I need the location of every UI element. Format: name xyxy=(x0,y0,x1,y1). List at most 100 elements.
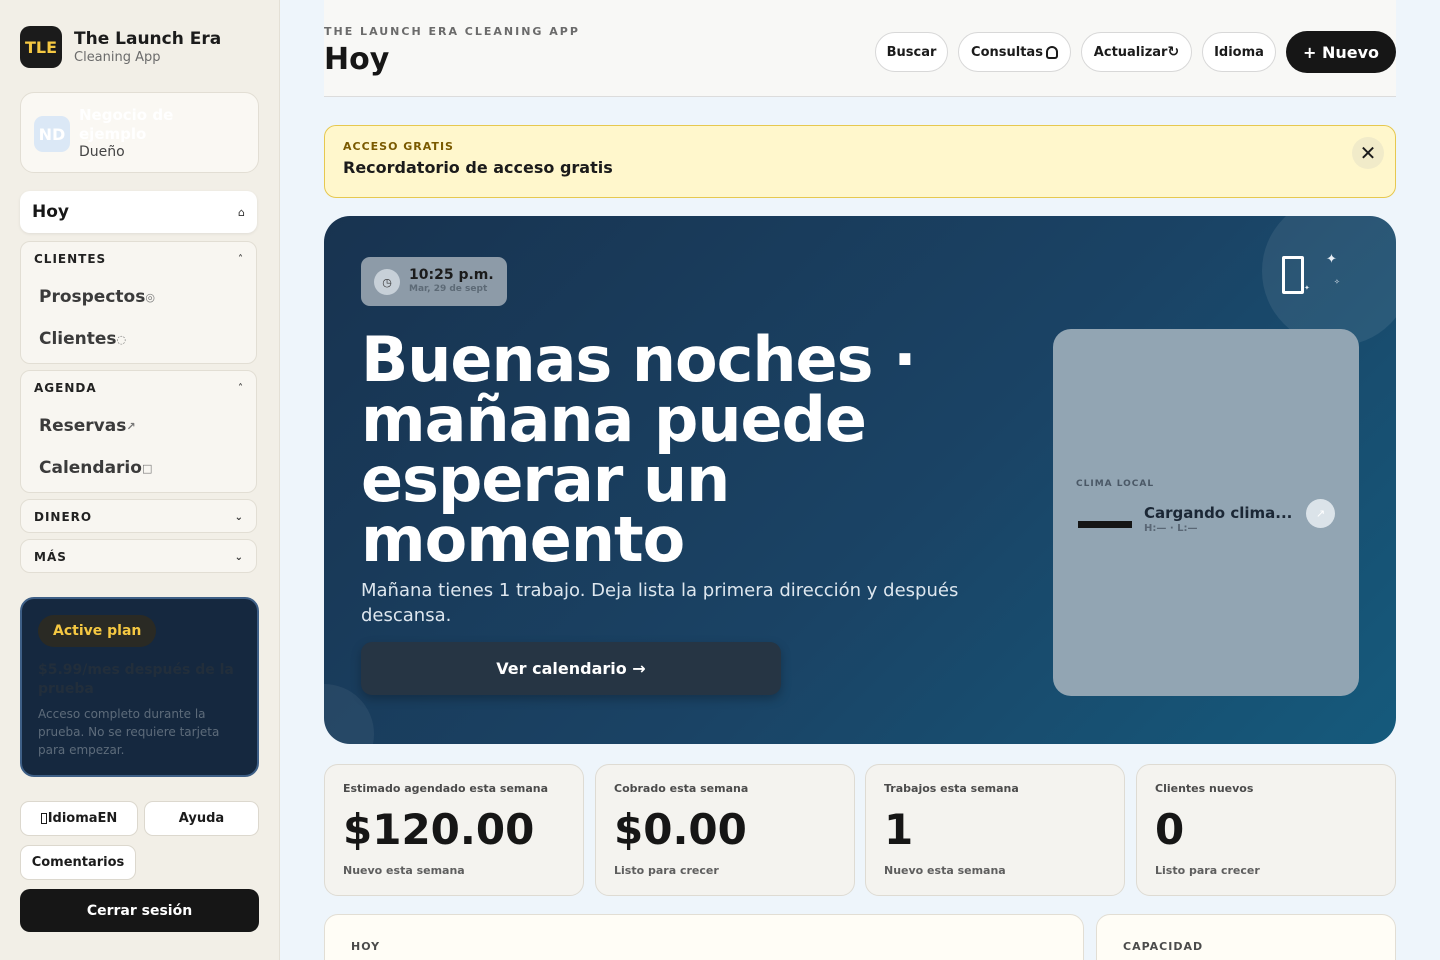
chevron-up-icon: ˄ xyxy=(238,382,243,394)
arrow-icon: ↗ xyxy=(126,419,136,433)
stat-note: Nuevo esta semana xyxy=(884,864,1006,877)
nav-group-more[interactable]: MÁS ⌄ xyxy=(20,539,257,573)
banner-eyebrow: ACCESO GRATIS xyxy=(343,140,454,153)
today-panel: HOY xyxy=(324,914,1084,960)
sidebar-item-calendar[interactable]: Calendario □ xyxy=(21,447,256,489)
hero-subtitle: Mañana tienes 1 trabajo. Deja lista la p… xyxy=(361,580,959,626)
refresh-button-label: Actualizar xyxy=(1093,44,1168,60)
stat-card-new-clients[interactable]: Clientes nuevos 0 Listo para crecer xyxy=(1136,764,1396,896)
weather-status: Cargando clima... xyxy=(1144,504,1293,522)
chevron-down-icon: ⌄ xyxy=(234,511,243,523)
page-title: Hoy xyxy=(324,42,390,77)
stat-value: $120.00 xyxy=(343,805,535,854)
chevron-up-icon: ˄ xyxy=(238,253,243,265)
current-date: Mar, 29 de sept xyxy=(409,284,488,294)
nav-item-today[interactable]: Hoy ⌂ xyxy=(20,191,257,233)
plan-description: Acceso completo durante la prueba. No se… xyxy=(38,707,220,757)
star-icon: ✦ xyxy=(1304,284,1310,292)
banner-text: Recordatorio de acceso gratis xyxy=(343,158,613,177)
refresh-icon: ↻ xyxy=(1167,44,1180,60)
feedback-button[interactable]: Comentarios xyxy=(20,845,136,880)
nav-group-label: CLIENTES xyxy=(34,252,107,266)
stat-label: Estimado agendado esta semana xyxy=(343,782,549,795)
stat-label: Trabajos esta semana xyxy=(884,782,1019,795)
weather-label: CLIMA LOCAL xyxy=(1076,479,1155,489)
business-role: Dueño xyxy=(79,144,125,160)
home-icon: ⌂ xyxy=(238,205,245,219)
hero-greeting: Buenas noches · mañana puede esperar un … xyxy=(361,323,917,576)
star-icon: ✦ xyxy=(1326,252,1337,267)
clock-icon: ◷ xyxy=(374,269,400,295)
chevron-down-icon: ⌄ xyxy=(234,551,243,563)
users-icon: ◌ xyxy=(116,332,127,346)
stat-label: Cobrado esta semana xyxy=(614,782,749,795)
logout-button[interactable]: Cerrar sesión xyxy=(20,889,259,932)
stat-card-booked[interactable]: Estimado agendado esta semana $120.00 Nu… xyxy=(324,764,584,896)
time-chip: ◷ 10:25 p.m. Mar, 29 de sept xyxy=(361,257,507,306)
help-button[interactable]: Ayuda xyxy=(144,801,259,836)
current-time: 10:25 p.m. xyxy=(409,267,494,283)
new-button[interactable]: + Nuevo xyxy=(1286,31,1396,73)
language-button-label: IdiomaEN xyxy=(47,811,118,826)
nav-group-agenda-header[interactable]: AGENDA ˄ xyxy=(21,371,256,405)
plan-card: Active plan $5.99/mes después de la prue… xyxy=(20,597,259,777)
sidebar-item-clients[interactable]: Clientes ◌ xyxy=(21,318,256,360)
sidebar-item-prospects[interactable]: Prospectos ◎ xyxy=(21,276,256,318)
nav-group-money-header[interactable]: DINERO ⌄ xyxy=(21,500,256,534)
free-access-banner: ACCESO GRATIS Recordatorio de acceso gra… xyxy=(324,125,1396,198)
location-icon[interactable]: ↗ xyxy=(1306,499,1335,528)
refresh-button[interactable]: Actualizar ↻ xyxy=(1081,32,1192,72)
business-name: Negocio de ejemplo xyxy=(79,106,174,143)
chat-icon xyxy=(1045,45,1058,59)
nav-group-agenda: AGENDA ˄ Reservas ↗ Calendario □ xyxy=(20,370,257,493)
target-icon: ◎ xyxy=(145,290,155,304)
page-header: THE LAUNCH ERA CLEANING APP Hoy Buscar C… xyxy=(324,0,1396,97)
calendar-icon: □ xyxy=(141,461,153,475)
close-icon[interactable]: ✕ xyxy=(1352,137,1384,169)
hero-card: ◷ 10:25 p.m. Mar, 29 de sept Buenas noch… xyxy=(324,216,1396,744)
sidebar: TLE The Launch Era Cleaning App ND Negoc… xyxy=(0,0,280,960)
avatar: ND xyxy=(34,116,70,152)
nav-group-more-header[interactable]: MÁS ⌄ xyxy=(21,540,256,574)
capacity-panel: CAPACIDAD xyxy=(1096,914,1396,960)
stat-value: $0.00 xyxy=(614,805,747,854)
stat-value: 1 xyxy=(884,805,914,854)
brand-subtitle: Cleaning App xyxy=(74,49,161,65)
sidebar-item-label: Reservas xyxy=(39,416,127,436)
weather-icon xyxy=(1078,521,1132,528)
language-button[interactable]: Idioma xyxy=(1202,32,1276,72)
brand-title: The Launch Era xyxy=(74,28,222,49)
plan-price: $5.99/mes después de la prueba xyxy=(38,662,234,697)
language-button[interactable]: IdiomaEN xyxy=(20,801,138,836)
panel-label: HOY xyxy=(351,940,381,953)
app-eyebrow: THE LAUNCH ERA CLEANING APP xyxy=(324,25,580,38)
stat-note: Nuevo esta semana xyxy=(343,864,465,877)
inquiries-button-label: Consultas xyxy=(971,44,1043,60)
sidebar-item-bookings[interactable]: Reservas ↗ xyxy=(21,405,256,447)
sidebar-item-label: Prospectos xyxy=(39,287,146,307)
globe-icon xyxy=(40,813,47,824)
stat-card-collected[interactable]: Cobrado esta semana $0.00 Listo para cre… xyxy=(595,764,855,896)
weather-card: CLIMA LOCAL Cargando clima... H:— · L:— … xyxy=(1053,329,1359,696)
view-calendar-button[interactable]: Ver calendario → xyxy=(361,642,781,695)
nav-group-label: DINERO xyxy=(34,510,93,524)
search-button[interactable]: Buscar xyxy=(875,32,948,72)
nav-item-label: Hoy xyxy=(32,202,69,222)
nav-group-money[interactable]: DINERO ⌄ xyxy=(20,499,257,533)
inquiries-button[interactable]: Consultas xyxy=(958,32,1071,72)
moon-icon xyxy=(1282,256,1304,294)
stat-card-jobs[interactable]: Trabajos esta semana 1 Nuevo esta semana xyxy=(865,764,1125,896)
stat-value: 0 xyxy=(1155,805,1185,854)
star-icon: ✧ xyxy=(1334,278,1340,286)
stat-note: Listo para crecer xyxy=(614,864,719,877)
nav-group-label: AGENDA xyxy=(34,381,97,395)
business-card[interactable]: ND Negocio de ejemplo Dueño xyxy=(20,92,259,173)
brand-logo: TLE xyxy=(20,26,62,68)
panel-label: CAPACIDAD xyxy=(1123,940,1204,953)
brand[interactable]: TLE The Launch Era Cleaning App xyxy=(20,26,221,68)
nav-group-clients-header[interactable]: CLIENTES ˄ xyxy=(21,242,256,276)
plan-badge: Active plan xyxy=(38,615,157,647)
main-content: THE LAUNCH ERA CLEANING APP Hoy Buscar C… xyxy=(280,0,1440,960)
weather-high-low: H:— · L:— xyxy=(1144,523,1198,534)
nav-group-label: MÁS xyxy=(34,550,67,564)
